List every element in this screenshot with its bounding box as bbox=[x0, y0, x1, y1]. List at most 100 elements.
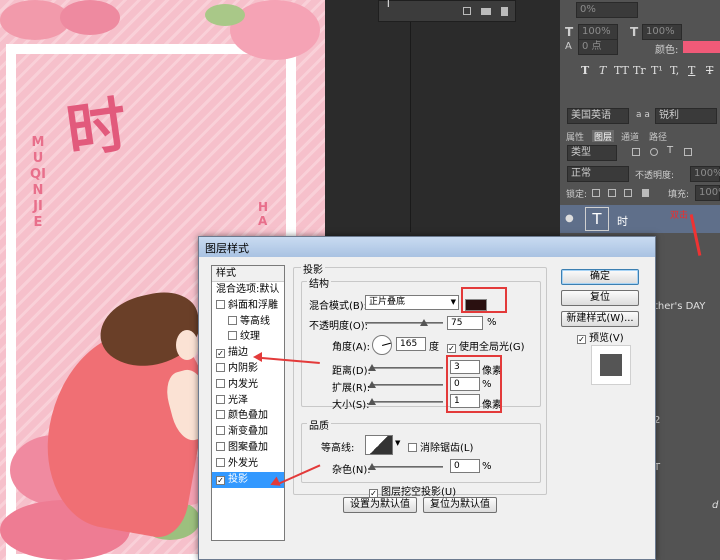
vertical-scale-field[interactable]: 100% bbox=[578, 24, 618, 40]
dialog-titlebar[interactable]: 图层样式 bbox=[199, 237, 655, 257]
filter-shape-icon[interactable] bbox=[684, 148, 692, 156]
blend-mode-select[interactable]: 正常 bbox=[567, 166, 629, 182]
horizontal-scale-field[interactable]: 100% bbox=[642, 24, 682, 40]
format-strikethrough-button[interactable]: T bbox=[706, 64, 713, 77]
noise-input[interactable]: 0 bbox=[450, 459, 480, 473]
style-item[interactable]: 图案叠加 bbox=[212, 440, 284, 456]
antialias-checkbox[interactable]: 消除锯齿(L) bbox=[404, 439, 473, 454]
ok-button[interactable]: 确定 bbox=[561, 269, 639, 285]
text-layer-thumbnail[interactable]: T bbox=[585, 207, 609, 231]
make-default-button[interactable]: 设置为默认值 bbox=[343, 497, 417, 513]
antialias-check[interactable] bbox=[408, 443, 417, 452]
preview-check[interactable]: ✓ bbox=[577, 335, 586, 344]
styles-header[interactable]: 样式 bbox=[212, 266, 284, 282]
blend-mode-dropdown[interactable]: 正片叠底 ▼ bbox=[365, 295, 459, 310]
style-item-checkbox[interactable] bbox=[216, 410, 225, 420]
opacity-slider-knob[interactable] bbox=[420, 319, 428, 326]
format-italic-button[interactable]: T bbox=[599, 64, 606, 77]
style-item-checkbox[interactable] bbox=[216, 378, 225, 388]
opacity-field[interactable]: 100% bbox=[690, 166, 720, 182]
style-item[interactable]: 光泽 bbox=[212, 393, 284, 409]
contour-chevron-down-icon[interactable]: ▼ bbox=[395, 439, 400, 447]
filter-text-icon[interactable]: T bbox=[667, 145, 673, 156]
filter-adjust-icon[interactable] bbox=[650, 148, 658, 156]
angle-dial[interactable] bbox=[372, 335, 392, 355]
style-item-checkbox[interactable] bbox=[216, 299, 225, 309]
style-item-checkbox[interactable] bbox=[216, 442, 225, 451]
new-style-button[interactable]: 新建样式(W)... bbox=[561, 311, 639, 327]
global-light-checkbox[interactable]: ✓ 使用全局光(G) bbox=[443, 338, 525, 353]
format-subscript-button[interactable]: T, bbox=[670, 64, 679, 77]
tab-channels[interactable]: 通道 bbox=[621, 130, 639, 143]
tab-layers[interactable]: 图层 bbox=[592, 130, 615, 143]
tab-properties[interactable]: 属性 bbox=[566, 130, 584, 143]
style-item[interactable]: 纹理 bbox=[212, 329, 284, 345]
baseline-field[interactable]: 0 点 bbox=[578, 39, 618, 55]
spread-slider-knob[interactable] bbox=[368, 381, 376, 388]
style-item-checkbox[interactable] bbox=[228, 331, 237, 341]
format-superscript-button[interactable]: T¹ bbox=[651, 64, 663, 77]
layer-filter-select[interactable]: 类型 bbox=[567, 145, 617, 161]
style-item[interactable]: 等高线 bbox=[212, 314, 284, 330]
angle-input[interactable]: 165 bbox=[396, 337, 426, 351]
lock-brush-icon[interactable] bbox=[608, 189, 616, 197]
contour-picker[interactable] bbox=[365, 435, 393, 455]
opacity-input[interactable]: 75 bbox=[447, 316, 483, 330]
flower-top-right bbox=[230, 0, 320, 60]
noise-slider[interactable] bbox=[368, 463, 443, 470]
style-item-checkbox[interactable] bbox=[216, 426, 225, 436]
style-item[interactable]: 混合选项:默认 bbox=[212, 282, 284, 298]
reset-default-button[interactable]: 复位为默认值 bbox=[423, 497, 497, 513]
format-smallcaps-button[interactable]: Tr bbox=[633, 64, 646, 77]
style-item[interactable]: 内阴影 bbox=[212, 361, 284, 377]
text-color-swatch[interactable] bbox=[683, 41, 720, 53]
trash-icon[interactable] bbox=[501, 7, 508, 16]
language-select[interactable]: 美国英语 bbox=[567, 108, 629, 124]
layer-list-item[interactable]: d bbox=[712, 500, 718, 511]
style-item[interactable]: 斜面和浮雕 bbox=[212, 298, 284, 314]
layer-name[interactable]: 时 bbox=[617, 213, 628, 229]
format-underline-button[interactable]: T bbox=[688, 64, 695, 77]
lock-all-icon[interactable] bbox=[642, 189, 649, 197]
fill-field[interactable]: 100% bbox=[695, 185, 720, 201]
reset-button[interactable]: 复位 bbox=[561, 290, 639, 306]
antialias-select[interactable]: 锐利 bbox=[655, 108, 717, 124]
poster-big-character[interactable]: 时 bbox=[60, 76, 130, 170]
style-item-checkbox[interactable]: ✓ bbox=[216, 475, 225, 485]
distance-slider-knob[interactable] bbox=[368, 364, 376, 371]
format-bold-button[interactable]: T bbox=[581, 64, 589, 77]
style-item[interactable]: 颜色叠加 bbox=[212, 408, 284, 424]
format-allcaps-button[interactable]: TT bbox=[614, 64, 629, 77]
size-slider-knob[interactable] bbox=[368, 398, 376, 405]
opacity-slider[interactable] bbox=[365, 319, 443, 326]
tab-paths[interactable]: 路径 bbox=[649, 130, 667, 143]
style-item-checkbox[interactable] bbox=[216, 394, 225, 404]
style-item-checkbox[interactable] bbox=[216, 457, 225, 467]
global-light-check[interactable]: ✓ bbox=[447, 344, 456, 353]
floating-layer-bar[interactable]: T bbox=[378, 0, 516, 22]
preview-checkbox[interactable]: ✓ 预览(V) bbox=[573, 329, 624, 344]
style-item-checkbox[interactable]: ✓ bbox=[216, 349, 225, 359]
style-item[interactable]: 外发光 bbox=[212, 456, 284, 472]
layer-knockout-checkbox[interactable]: ✓ 图层挖空投影(U) bbox=[365, 483, 456, 498]
size-slider[interactable] bbox=[368, 398, 443, 405]
add-layer-icon[interactable] bbox=[463, 7, 471, 15]
distance-slider[interactable] bbox=[368, 364, 443, 371]
opacity-label: 不透明度(O): bbox=[309, 321, 369, 332]
visibility-eye-icon[interactable]: ● bbox=[565, 213, 574, 224]
style-item[interactable]: 渐变叠加 bbox=[212, 424, 284, 440]
tracking-field[interactable]: 0% bbox=[576, 2, 638, 18]
camera-icon[interactable] bbox=[481, 8, 491, 15]
lock-transparent-icon[interactable] bbox=[592, 189, 600, 197]
style-item-checkbox[interactable] bbox=[216, 363, 225, 372]
filter-pixel-icon[interactable] bbox=[632, 148, 640, 156]
angle-unit: 度 bbox=[429, 342, 439, 353]
style-item[interactable]: 内发光 bbox=[212, 377, 284, 393]
style-item-checkbox[interactable] bbox=[228, 315, 237, 325]
contour-label: 等高线: bbox=[321, 443, 355, 454]
lock-move-icon[interactable] bbox=[624, 189, 632, 197]
spread-slider[interactable] bbox=[368, 381, 443, 388]
layer-list-item[interactable]: ther's DAY bbox=[654, 301, 705, 312]
noise-slider-knob[interactable] bbox=[368, 463, 376, 470]
layer-row-text[interactable] bbox=[560, 205, 720, 233]
